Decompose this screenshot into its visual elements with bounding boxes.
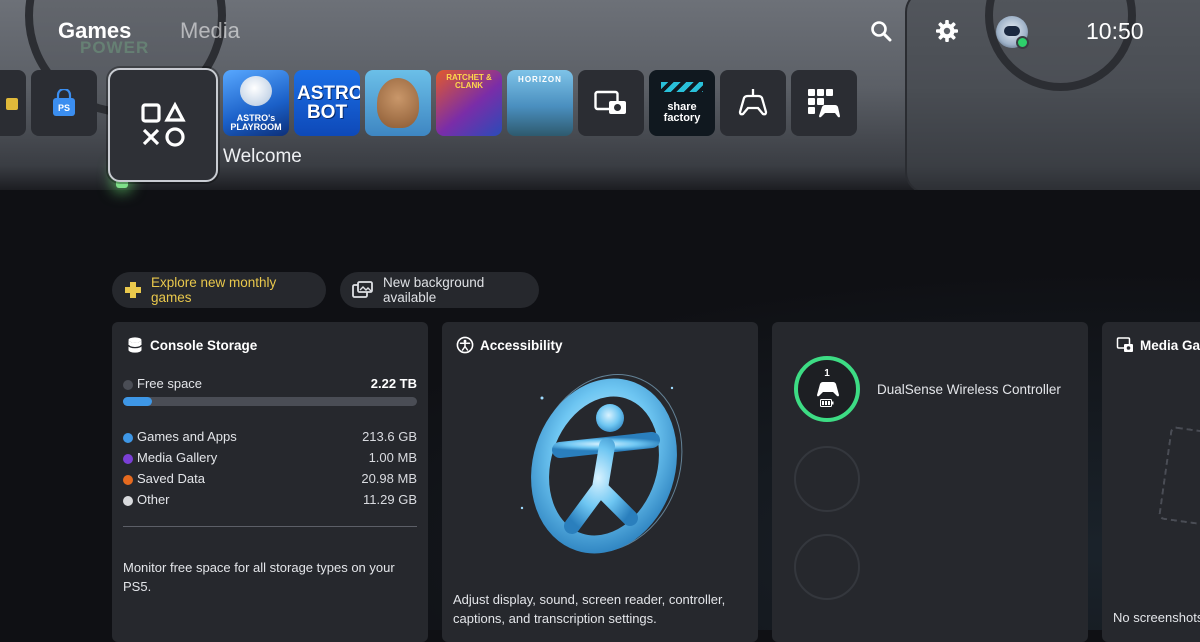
tile-astro-bot[interactable]: ASTRO BOT — [294, 70, 360, 136]
storage-row-other: Other 11.29 GB — [123, 492, 417, 510]
tile-game-library[interactable] — [108, 68, 218, 182]
gear-icon[interactable] — [932, 16, 962, 46]
accessibility-title: Accessibility — [480, 338, 563, 353]
storage-usage-fill — [123, 397, 153, 406]
game-library-icon — [141, 101, 186, 147]
games-and-apps-value: 213.6 GB — [362, 429, 417, 444]
media-gallery-card[interactable]: Media Gal No screenshots — [1102, 322, 1200, 642]
explore-monthly-games-button[interactable]: Explore new monthly games — [112, 272, 326, 308]
svg-text:PS: PS — [58, 103, 70, 113]
controller-1-ring[interactable]: 1 — [794, 356, 860, 422]
accessibility-hero-art — [520, 374, 683, 554]
online-status-dot — [1016, 36, 1029, 49]
free-space-value: 2.22 TB — [370, 376, 417, 391]
console-storage-card[interactable]: Console Storage Free space 2.22 TB Games… — [112, 322, 428, 642]
share-factory-label: share factory — [663, 101, 701, 124]
media-gallery-icon — [1116, 337, 1133, 352]
controller-number: 1 — [824, 368, 830, 379]
explore-monthly-games-label: Explore new monthly games — [151, 275, 277, 305]
accessibility-icon — [456, 336, 474, 354]
playstation-plus-icon — [125, 282, 141, 298]
storage-row-games: Games and Apps 213.6 GB — [123, 429, 417, 447]
background-image-icon — [352, 281, 373, 298]
tile-share-factory[interactable]: share factory — [649, 70, 715, 136]
other-dot — [123, 496, 133, 506]
clapper-icon — [661, 82, 703, 92]
avatar-face — [1004, 26, 1020, 36]
tile-astros-playroom[interactable]: ASTRO's PLAYROOM — [223, 70, 289, 136]
other-label: Other — [137, 492, 170, 507]
store-bag-icon: PS — [53, 89, 75, 116]
sackboy-art — [377, 78, 419, 128]
storage-usage-bar — [123, 397, 417, 406]
selected-tile-caption: Welcome — [223, 146, 302, 167]
tile-media-gallery[interactable] — [578, 70, 644, 136]
tile-sackboy[interactable] — [365, 70, 431, 136]
search-icon[interactable] — [866, 16, 896, 46]
controller-card[interactable]: 1 DualSense Wireless Controller — [772, 322, 1088, 642]
media-gallery-title: Media Gal — [1140, 338, 1200, 353]
saved-data-value: 20.98 MB — [361, 471, 417, 486]
storage-row-media: Media Gallery 1.00 MB — [123, 450, 417, 468]
horizon-label: HORIZON — [518, 75, 562, 84]
astro-bot-label: ASTRO BOT — [297, 83, 360, 123]
all-apps-icon — [808, 89, 840, 118]
media-gallery-description: No screenshots — [1113, 610, 1200, 625]
tab-games[interactable]: Games — [58, 18, 131, 44]
controller-name: DualSense Wireless Controller — [877, 382, 1061, 397]
games-and-apps-dot — [123, 433, 133, 443]
free-space-row: Free space 2.22 TB — [123, 376, 417, 394]
controller-slot-3 — [794, 534, 860, 600]
storage-icon — [127, 337, 143, 353]
media-gallery-value: 1.00 MB — [368, 450, 417, 465]
astro-bot-art — [240, 76, 272, 106]
game-base-icon — [738, 89, 768, 116]
tile-playstation-store[interactable]: PS — [31, 70, 97, 136]
new-background-label: New background available — [383, 275, 485, 305]
accessibility-description: Adjust display, sound, screen reader, co… — [453, 592, 726, 626]
saved-data-label: Saved Data — [137, 471, 205, 486]
controller-slot-2 — [794, 446, 860, 512]
other-value: 11.29 GB — [363, 492, 417, 507]
clock: 10:50 — [1086, 18, 1144, 44]
tile-all-apps[interactable] — [791, 70, 857, 136]
astros-playroom-label: ASTRO's PLAYROOM — [230, 113, 282, 132]
media-gallery-app-icon — [594, 90, 626, 114]
tab-media[interactable]: Media — [180, 18, 240, 44]
tile-ratchet-clank[interactable]: RATCHET & CLANK — [436, 70, 502, 136]
tile-horizon[interactable]: HORIZON — [507, 70, 573, 136]
free-space-label: Free space — [137, 376, 203, 391]
ratchet-clank-label: RATCHET & CLANK — [446, 73, 492, 90]
battery-icon — [820, 399, 834, 407]
new-background-button[interactable]: New background available — [340, 272, 539, 308]
accessibility-card[interactable]: Accessibility Adjust display, sound, scr… — [442, 322, 758, 642]
storage-row-saved: Saved Data 20.98 MB — [123, 471, 417, 489]
tile-partial-left[interactable] — [0, 70, 26, 136]
controller-icon — [817, 382, 839, 397]
partial-icon — [6, 98, 18, 110]
free-space-dot — [123, 380, 133, 390]
games-and-apps-label: Games and Apps — [137, 429, 237, 444]
storage-description: Monitor free space for all storage types… — [123, 560, 395, 594]
media-gallery-dot — [123, 454, 133, 464]
media-gallery-label: Media Gallery — [137, 450, 218, 465]
media-placeholder-frame — [1157, 425, 1200, 533]
storage-divider — [123, 526, 417, 527]
tile-game-base[interactable] — [720, 70, 786, 136]
console-storage-title: Console Storage — [150, 338, 258, 353]
saved-data-dot — [123, 475, 133, 485]
avatar[interactable] — [996, 16, 1029, 49]
